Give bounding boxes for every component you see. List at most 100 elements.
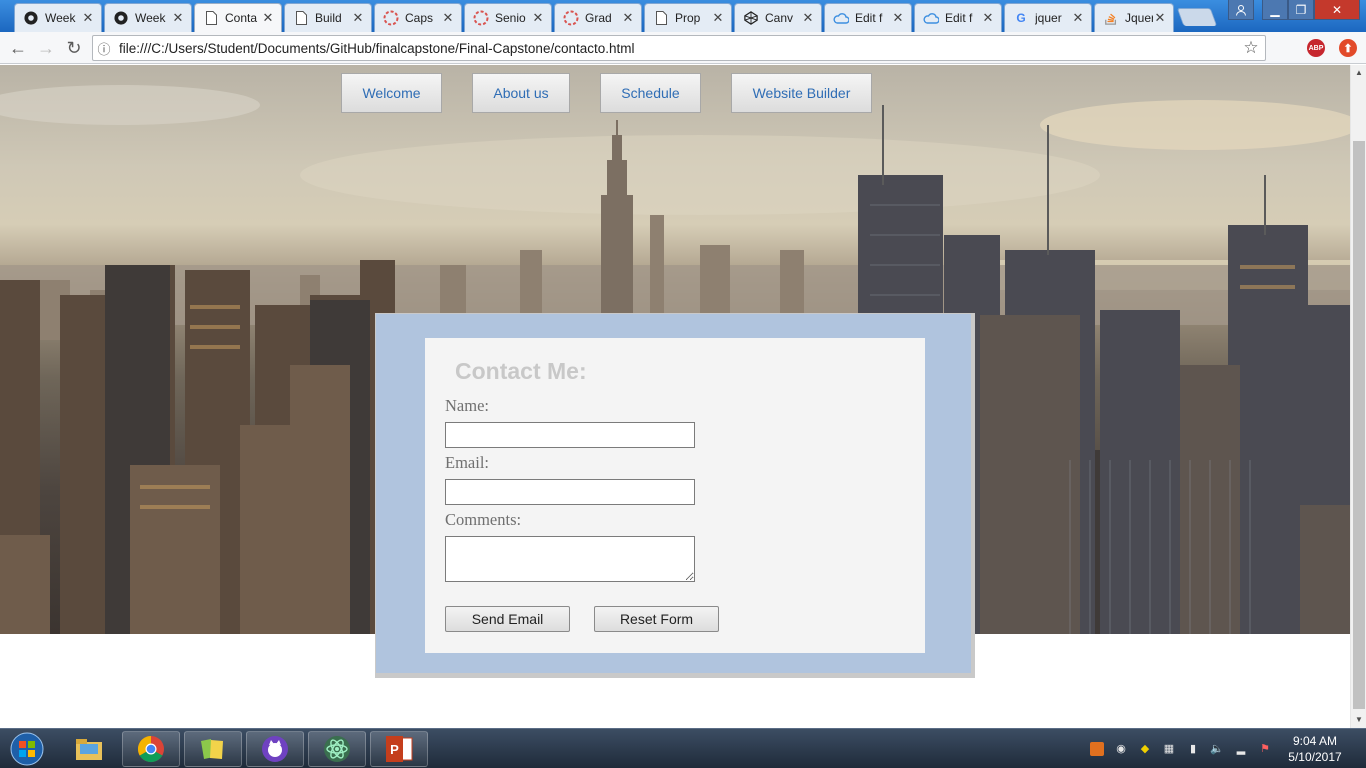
tab-title: Edit f [945, 11, 973, 25]
arrow-right-icon: → [37, 37, 55, 58]
close-window-button[interactable]: ✕ [1314, 0, 1360, 20]
tab-edit-1[interactable]: Edit f ✕ [824, 3, 912, 32]
close-icon[interactable]: ✕ [621, 10, 635, 26]
close-icon[interactable]: ✕ [711, 10, 725, 26]
nav-website-builder[interactable]: Website Builder [731, 73, 872, 113]
close-icon[interactable]: ✕ [1153, 10, 1167, 26]
start-button[interactable] [2, 731, 52, 767]
browser-toolbar: ← → ↻ ⓘ file:///C:/Users/Student/Documen… [0, 32, 1366, 64]
send-email-button[interactable]: Send Email [445, 606, 570, 632]
tab-title: jquer [1035, 11, 1062, 25]
tab-title: Canv [765, 11, 794, 25]
close-icon[interactable]: ✕ [81, 10, 95, 26]
close-icon[interactable]: ✕ [351, 10, 365, 26]
scroll-up-icon[interactable]: ▲ [1351, 65, 1366, 81]
chrome-icon [137, 735, 164, 763]
tab-title: Edit f [855, 11, 883, 25]
close-icon[interactable]: ✕ [171, 10, 185, 26]
minimize-button[interactable]: ▁ [1262, 0, 1288, 20]
loading-icon [383, 10, 399, 26]
taskbar-file-manager[interactable] [184, 731, 242, 767]
java-icon[interactable] [1090, 742, 1104, 756]
tab-jquery-google[interactable]: G jquer ✕ [1004, 3, 1092, 32]
close-icon[interactable]: ✕ [801, 10, 815, 26]
comments-textarea[interactable] [445, 536, 695, 582]
action-center-flag-icon[interactable]: ⚑ [1258, 742, 1272, 756]
scrollbar-thumb[interactable] [1353, 141, 1365, 709]
contact-panel: Contact Me: Name: Email: Comments: Send … [375, 313, 975, 678]
tab-canvas[interactable]: Canv ✕ [734, 3, 822, 32]
name-input[interactable] [445, 422, 695, 448]
folder-icon [76, 739, 102, 760]
taskbar-chrome[interactable] [122, 731, 180, 767]
tab-title: Caps [405, 11, 434, 25]
network-globe-icon[interactable]: ◉ [1114, 742, 1128, 756]
nav-schedule[interactable]: Schedule [600, 73, 701, 113]
scroll-down-icon[interactable]: ▼ [1351, 712, 1366, 728]
tab-week-1[interactable]: Week ✕ [14, 3, 102, 32]
device-icon[interactable]: ▦ [1162, 742, 1176, 756]
codepen-icon [743, 10, 759, 26]
nav-about-us[interactable]: About us [472, 73, 570, 113]
close-icon[interactable]: ✕ [261, 10, 275, 26]
tab-contact[interactable]: Conta ✕ [194, 3, 282, 32]
info-icon[interactable]: ⓘ [93, 39, 115, 58]
user-icon[interactable] [1228, 0, 1254, 20]
cloud-icon [923, 10, 939, 26]
reset-form-button[interactable]: Reset Form [594, 606, 719, 632]
name-label: Name: [445, 396, 489, 415]
taskbar-atom[interactable] [308, 731, 366, 767]
clock-date: 5/10/2017 [1288, 750, 1342, 764]
tab-title: Grad [585, 11, 612, 25]
close-icon[interactable]: ✕ [531, 10, 545, 26]
tab-builder[interactable]: Build ✕ [284, 3, 372, 32]
files-icon [201, 739, 223, 759]
page-icon [293, 10, 309, 26]
google-icon: G [1016, 11, 1026, 25]
tab-properties[interactable]: Prop ✕ [644, 3, 732, 32]
nav-welcome[interactable]: Welcome [341, 73, 442, 113]
forward-button[interactable]: → [34, 36, 58, 60]
tab-title: Conta [225, 11, 258, 25]
tab-capstone[interactable]: Caps ✕ [374, 3, 462, 32]
close-icon[interactable]: ✕ [441, 10, 455, 26]
bookmark-star-icon[interactable]: ☆ [1237, 38, 1265, 58]
github-icon [113, 10, 129, 26]
email-input[interactable] [445, 479, 695, 505]
tab-week-2[interactable]: Week ✕ [104, 3, 192, 32]
reload-icon: ↻ [66, 37, 82, 58]
restore-button[interactable]: ❐ [1288, 0, 1314, 20]
security-icon[interactable]: ◆ [1138, 742, 1152, 756]
new-tab-button[interactable] [1176, 8, 1218, 26]
powerpoint-icon: P [386, 736, 413, 762]
system-clock[interactable]: 9:04 AM 5/10/2017 [1282, 733, 1348, 765]
tab-title: Week [135, 11, 166, 25]
tab-grades[interactable]: Grad ✕ [554, 3, 642, 32]
volume-icon[interactable]: 🔈 [1210, 742, 1224, 756]
contact-title: Contact Me: [455, 358, 587, 384]
adblock-icon[interactable]: ABP [1307, 39, 1325, 57]
github-icon [23, 10, 39, 26]
github-desktop-icon [262, 736, 288, 762]
extension-arrow-icon[interactable]: ⬆ [1339, 39, 1357, 57]
tab-title: Build [315, 11, 342, 25]
address-bar[interactable]: ⓘ file:///C:/Users/Student/Documents/Git… [92, 35, 1266, 61]
tab-jquery-so[interactable]: Jquer ✕ [1094, 3, 1174, 32]
battery-icon[interactable]: ▮ [1186, 742, 1200, 756]
close-icon[interactable]: ✕ [891, 10, 905, 26]
tab-edit-2[interactable]: Edit f ✕ [914, 3, 1002, 32]
vertical-scrollbar[interactable]: ▲ ▼ [1350, 65, 1366, 728]
taskbar-explorer[interactable] [60, 731, 118, 767]
stackoverflow-icon [1103, 10, 1119, 26]
signal-icon[interactable]: ▂ [1234, 742, 1248, 756]
close-icon[interactable]: ✕ [1071, 10, 1085, 26]
url-text[interactable]: file:///C:/Users/Student/Documents/GitHu… [115, 41, 1237, 56]
tab-title: Prop [675, 11, 701, 25]
taskbar-github-desktop[interactable] [246, 731, 304, 767]
close-icon[interactable]: ✕ [981, 10, 995, 26]
reload-button[interactable]: ↻ [62, 36, 86, 60]
loading-icon [563, 10, 579, 26]
tab-senior[interactable]: Senio ✕ [464, 3, 552, 32]
back-button[interactable]: ← [6, 36, 30, 60]
taskbar-powerpoint[interactable]: P [370, 731, 428, 767]
